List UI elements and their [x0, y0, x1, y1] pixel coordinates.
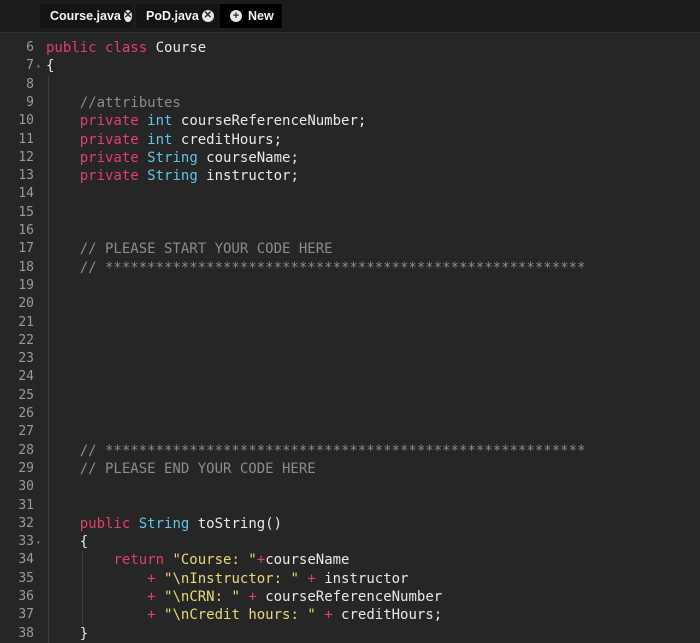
new-tab-label: New: [248, 9, 274, 23]
code-line[interactable]: return "Course: "+courseName: [46, 551, 349, 569]
line-number: 12: [18, 149, 34, 165]
line-number: 31: [18, 497, 34, 513]
code-line[interactable]: private String courseName;: [46, 149, 299, 167]
line-number: 18: [18, 259, 34, 275]
plus-icon: +: [230, 10, 242, 22]
line-number: 6: [26, 40, 34, 55]
code-line[interactable]: // *************************************…: [46, 442, 586, 460]
indent-guide: [48, 75, 49, 643]
code-line[interactable]: public class Course: [46, 39, 206, 57]
line-number: 35: [18, 570, 34, 586]
code-line[interactable]: private int creditHours;: [46, 131, 282, 149]
line-number: 16: [18, 223, 34, 238]
line-number: 24: [18, 369, 34, 385]
line-number: 29: [18, 460, 34, 476]
line-number: 34: [18, 552, 34, 568]
code-line[interactable]: // PLEASE END YOUR CODE HERE: [46, 460, 316, 478]
line-number: 30: [18, 479, 34, 495]
line-number: 38: [18, 625, 34, 641]
code-line[interactable]: private int courseReferenceNumber;: [46, 112, 367, 130]
new-tab-button[interactable]: + New: [220, 4, 282, 28]
line-number: 32: [18, 515, 34, 531]
code-line[interactable]: {: [46, 57, 54, 75]
line-number: 19: [18, 277, 34, 293]
indent-guide: [82, 551, 83, 625]
line-number: 11: [18, 131, 34, 147]
line-number: 20: [18, 296, 34, 312]
line-number: 13: [18, 168, 34, 184]
tab-course-java[interactable]: Course.java ✕: [40, 4, 133, 28]
line-number: 21: [18, 314, 34, 330]
line-number: 27: [18, 424, 34, 440]
line-number-gutter: 6 7 ▾ 8 9 10 11 12 13 14 15 16 17 18 19 20 21 22 23 24 25 26 2…: [0, 34, 44, 641]
line-number: 10: [18, 113, 34, 129]
line-number: 36: [18, 589, 34, 604]
tab-pod-java[interactable]: PoD.java ✕: [136, 4, 220, 28]
fold-arrow-icon[interactable]: ▾: [36, 62, 41, 71]
code-line[interactable]: + "\nInstructor: " + instructor: [46, 570, 408, 588]
tab-label: Course.java: [50, 9, 121, 23]
code-line[interactable]: }: [46, 625, 88, 643]
code-editor[interactable]: public class Course{ //attributes privat…: [46, 34, 700, 643]
close-icon[interactable]: ✕: [201, 10, 214, 22]
line-number: 26: [18, 406, 34, 421]
tab-label: PoD.java: [146, 9, 199, 23]
line-number: 25: [18, 387, 34, 403]
line-number: 37: [18, 607, 34, 623]
code-line[interactable]: private String instructor;: [46, 167, 299, 185]
code-line[interactable]: // PLEASE START YOUR CODE HERE: [46, 240, 333, 258]
code-line[interactable]: //attributes: [46, 94, 181, 112]
line-number: 14: [18, 186, 34, 202]
line-number: 9: [26, 94, 34, 110]
line-number: 23: [18, 351, 34, 367]
code-line[interactable]: {: [46, 533, 88, 551]
code-line[interactable]: public String toString(): [46, 515, 282, 533]
close-icon[interactable]: ✕: [123, 10, 133, 22]
tab-bar: Course.java ✕ PoD.java ✕ + New: [0, 0, 700, 33]
code-line[interactable]: + "\nCRN: " + courseReferenceNumber: [46, 588, 442, 606]
line-number: 8: [26, 76, 34, 92]
line-number: 28: [18, 442, 34, 458]
line-number: 15: [18, 204, 34, 220]
line-number: 17: [18, 241, 34, 257]
code-line[interactable]: // *************************************…: [46, 259, 586, 277]
fold-arrow-icon[interactable]: ▾: [36, 538, 41, 547]
line-number: 33: [18, 534, 34, 550]
line-number: 7: [26, 58, 34, 74]
line-number: 22: [18, 332, 34, 348]
code-line[interactable]: + "\nCredit hours: " + creditHours;: [46, 606, 442, 624]
